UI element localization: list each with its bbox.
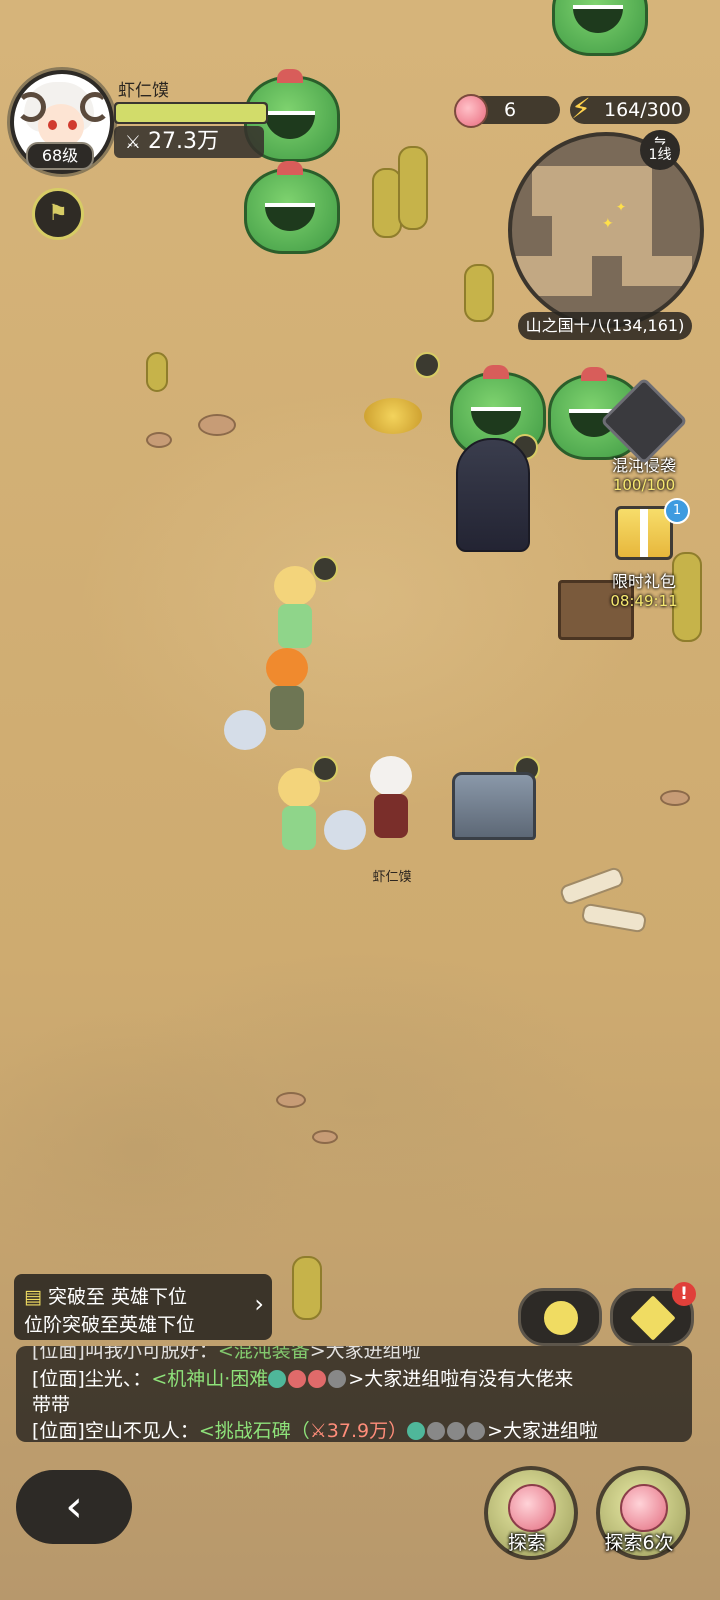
- limited-gift-label: 限时礼包: [611, 572, 676, 591]
- chevron-right-icon: ›: [254, 1290, 264, 1318]
- cactus-decoration: [398, 146, 428, 230]
- chat-message: [位面]尘光、：<机神山·困难 >大家进组啦有没有大佬来: [32, 1364, 573, 1391]
- cactus-decoration: [146, 352, 168, 392]
- crossed-swords-icon: ⚔: [124, 132, 142, 153]
- hero-sprite[interactable]: [270, 768, 326, 858]
- chat-text: >大家进组啦有没有大佬来: [348, 1368, 574, 1390]
- lightning-icon: ⚡: [571, 92, 591, 125]
- player-hp-fill: [116, 104, 266, 122]
- location-label: 山之国十八(134,161): [518, 312, 692, 340]
- knight-pet-sprite[interactable]: [220, 710, 270, 752]
- cube-icon: [627, 1292, 679, 1344]
- server-line-label: 1线: [648, 147, 672, 163]
- cactus-decoration: [464, 264, 494, 322]
- energy-value: 164/300: [604, 99, 683, 121]
- chat-message: [位面]空山不见人：<挑战石碑（⚔37.9万） >大家进组啦: [32, 1416, 598, 1442]
- map-marker-icon: [414, 352, 440, 378]
- team-slot-icon: [328, 1370, 347, 1388]
- quest-list-icon: ▤: [24, 1286, 42, 1308]
- cactus-monster-sprite[interactable]: [552, 0, 648, 56]
- apple-icon: [508, 1484, 556, 1532]
- chat-team-link[interactable]: <挑战石碑（: [199, 1420, 310, 1442]
- player-hp-bar: [114, 102, 268, 124]
- team-slot-icon: [427, 1422, 446, 1440]
- gold-coins-pile[interactable]: [364, 398, 422, 434]
- flag-icon: ⚑: [48, 201, 68, 226]
- player-character-sprite[interactable]: [362, 756, 418, 846]
- chat-text: >大家进组啦: [487, 1420, 599, 1442]
- rock-decoration: [198, 414, 236, 436]
- team-slot-icon: [467, 1422, 486, 1440]
- chat-sender: [位面]叫我小可脱好：: [32, 1346, 218, 1362]
- apple-icon: [620, 1484, 668, 1532]
- quest-tracker[interactable]: ▤ 突破至 英雄下位 位阶突破至英雄下位 ›: [14, 1274, 272, 1340]
- treasure-chest[interactable]: [452, 772, 536, 840]
- player-power: ⚔ 27.3万: [114, 126, 264, 158]
- chat-sender: [位面]尘光、：: [32, 1368, 152, 1390]
- explore-six-label: 探索6次: [604, 1532, 674, 1554]
- rock-decoration: [660, 790, 690, 806]
- cactus-monster-sprite[interactable]: [244, 161, 340, 254]
- hero-sprite[interactable]: [266, 566, 322, 656]
- hooded-npc-sprite[interactable]: [456, 438, 530, 552]
- rock-decoration: [276, 1092, 306, 1108]
- smiley-icon: [542, 1299, 580, 1337]
- emote-button[interactable]: [518, 1288, 602, 1346]
- chat-team-link[interactable]: <机神山·困难: [151, 1368, 268, 1390]
- team-slot-icon: [447, 1422, 466, 1440]
- chat-sender: [位面]空山不见人：: [32, 1420, 199, 1442]
- chat-message-continued: 带带: [32, 1394, 71, 1416]
- chevron-left-icon: ‹: [65, 1481, 83, 1532]
- alert-badge: !: [672, 1282, 696, 1306]
- quest-description: 位阶突破至英雄下位: [24, 1314, 196, 1336]
- player-level-badge: 68级: [26, 142, 94, 170]
- server-line-button[interactable]: ⇋ 1线: [640, 130, 680, 170]
- apple-icon: [454, 94, 488, 128]
- rock-decoration: [146, 432, 172, 448]
- flag-list-button[interactable]: ⚑: [32, 188, 84, 240]
- chaos-invasion-button[interactable]: 混沌侵袭 100/100: [600, 377, 688, 494]
- gift-notification-badge: 1: [664, 498, 690, 524]
- player-name: 虾仁馍: [118, 81, 169, 101]
- limited-gift-timer: 08:49:11: [610, 592, 678, 610]
- player-map-nametag: 虾仁馍: [372, 870, 412, 885]
- rock-decoration: [312, 1130, 338, 1144]
- quest-title: 突破至 英雄下位: [48, 1286, 188, 1308]
- explore-label: 探索: [507, 1532, 546, 1554]
- back-button[interactable]: ‹: [16, 1470, 132, 1544]
- team-slot-icon: [308, 1370, 327, 1388]
- minimap-star-icon: ✦: [602, 216, 614, 232]
- team-slot-icon: [268, 1370, 287, 1388]
- player-power-value: 27.3万: [148, 129, 219, 154]
- minimap-star-icon: ✦: [616, 200, 627, 214]
- chat-panel[interactable]: [位面]叫我小可脱好：<混沌装备>大家进组啦 [位面]尘光、：<机神山·困难 >大…: [16, 1346, 692, 1442]
- chaos-invasion-count: 100/100: [612, 476, 676, 494]
- chat-power-req: 37.9万）: [326, 1420, 408, 1442]
- knight-pet-sprite[interactable]: [320, 810, 370, 852]
- crossed-swords-icon: ⚔: [309, 1420, 327, 1442]
- chat-text: >大家进组啦: [309, 1346, 421, 1362]
- team-slot-icon: [288, 1370, 307, 1388]
- chat-team-link[interactable]: <混沌装备: [218, 1346, 310, 1362]
- team-slot-icon: [407, 1422, 426, 1440]
- chat-message: [位面]叫我小可脱好：<混沌装备>大家进组啦: [32, 1346, 421, 1363]
- cactus-decoration: [292, 1256, 322, 1320]
